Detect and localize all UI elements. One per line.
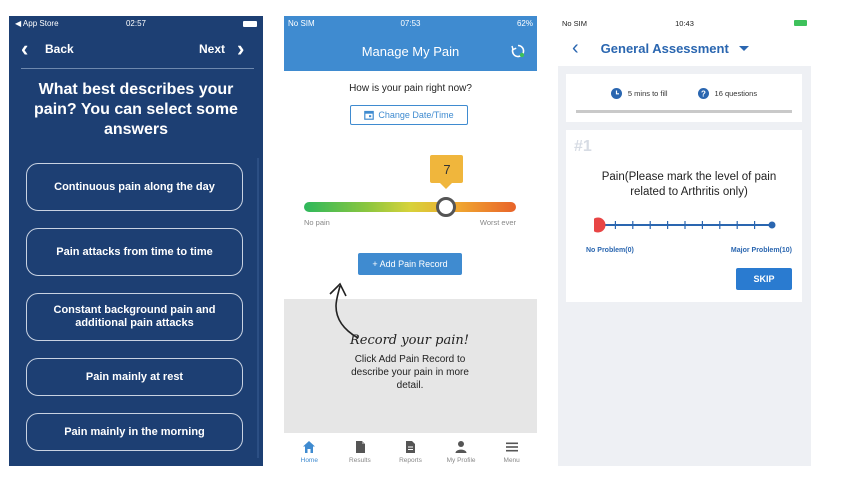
chevron-left-icon[interactable]: ‹ — [21, 38, 35, 60]
time-to-fill-label: 5 mins to fill — [627, 89, 668, 98]
question-number: #1 — [574, 138, 592, 155]
calendar-icon — [364, 110, 375, 120]
questions-count: ? 16 questions — [697, 88, 758, 99]
record-description: Click Add Pain Record to describe your p… — [351, 354, 469, 391]
pain-slider-thumb[interactable] — [436, 197, 457, 217]
divider — [21, 68, 254, 69]
header: No SIM 07:53 62% Manage My Pain — [284, 16, 537, 71]
next-button[interactable]: Next — [199, 42, 225, 56]
dropdown-caret-icon[interactable] — [738, 45, 749, 51]
chevron-right-icon[interactable]: › — [237, 38, 251, 60]
tab-results[interactable]: Results — [335, 433, 386, 466]
chevron-left-icon[interactable]: ‹ — [572, 38, 579, 58]
status-bar: No SIM 10:43 — [558, 16, 811, 30]
question-heading: What best describes your pain? You can s… — [34, 81, 238, 138]
general-assessment-screen: No SIM 10:43 ‹ General Assessment 5 mins… — [558, 16, 811, 466]
tab-my-profile[interactable]: My Profile — [436, 433, 487, 466]
slider-thumb[interactable] — [594, 217, 606, 233]
scale-max-label: Worst ever — [479, 218, 516, 227]
tab-home[interactable]: Home — [284, 433, 335, 466]
tab-reports[interactable]: Reports — [385, 433, 436, 466]
badge-pointer — [440, 183, 453, 189]
nav-bar: ‹ Back Next › — [9, 31, 263, 67]
min-label: No Problem(0) — [586, 247, 634, 254]
scale-min-label: No pain — [304, 218, 330, 227]
progress-bar — [576, 110, 792, 113]
option-button[interactable]: Pain mainly at rest — [26, 358, 243, 396]
assessment-info-card: 5 mins to fill ? 16 questions — [566, 74, 802, 122]
change-date-button[interactable]: Change Date/Time — [350, 105, 468, 125]
question-card: #1 Pain(Please mark the level of pain re… — [566, 130, 802, 302]
tab-label: My Profile — [446, 457, 476, 464]
skip-button[interactable]: SKIP — [736, 268, 792, 290]
option-button[interactable]: Pain mainly in the morning — [26, 413, 243, 451]
status-time: 10:43 — [675, 18, 694, 28]
sync-icon[interactable] — [511, 44, 525, 58]
change-date-label: Change Date/Time — [378, 110, 454, 120]
option-button[interactable]: Constant background pain and additional … — [26, 293, 243, 341]
tab-label: Menu — [503, 457, 520, 464]
page-title: Manage My Pain — [361, 44, 460, 59]
page-title[interactable]: General Assessment — [601, 41, 729, 56]
scrollbar[interactable] — [257, 158, 259, 458]
option-button[interactable]: Continuous pain along the day — [26, 163, 243, 211]
svg-text:?: ? — [701, 89, 706, 98]
tab-label: Reports — [399, 457, 422, 464]
tab-label: Home — [300, 457, 318, 464]
option-button[interactable]: Pain attacks from time to time — [26, 228, 243, 276]
questions-count-label: 16 questions — [714, 89, 758, 98]
pain-description-screen: ◀ App Store 02:57 ‹ Back Next › What bes… — [9, 16, 263, 466]
question-mark-icon: ? — [697, 88, 709, 99]
pain-prompt: How is your pain right now? — [349, 83, 472, 94]
slider-end-dot — [768, 221, 776, 229]
pain-slider-track[interactable] — [304, 202, 516, 212]
add-pain-record-button[interactable]: + Add Pain Record — [358, 253, 462, 275]
nav-bar: ‹ General Assessment — [558, 30, 811, 66]
time-to-fill: 5 mins to fill — [610, 88, 668, 99]
level-slider[interactable] — [594, 215, 776, 235]
options-list: Continuous pain along the day Pain attac… — [9, 163, 263, 451]
clock-icon — [610, 88, 622, 99]
tab-menu[interactable]: Menu — [486, 433, 537, 466]
record-heading: Record your pain! — [350, 333, 469, 348]
document-icon — [355, 441, 365, 453]
report-icon — [406, 441, 416, 453]
max-label: Major Problem(10) — [730, 247, 792, 254]
manage-pain-screen: No SIM 07:53 62% Manage My Pain How is y… — [284, 16, 537, 466]
status-bar: ◀ App Store 02:57 — [9, 16, 263, 31]
tab-label: Results — [349, 457, 371, 464]
status-bar: No SIM 07:53 62% — [284, 16, 537, 31]
home-icon — [303, 441, 316, 453]
status-time: 02:57 — [125, 19, 147, 28]
question-text: Pain(Please mark the level of pain relat… — [601, 171, 777, 198]
status-time: 07:53 — [400, 19, 421, 28]
pain-level-badge: 7 — [430, 155, 464, 183]
tab-bar: Home Results Reports My Profile Menu — [284, 433, 537, 466]
user-icon — [455, 441, 467, 453]
menu-icon — [505, 442, 518, 452]
back-button[interactable]: Back — [45, 42, 74, 56]
